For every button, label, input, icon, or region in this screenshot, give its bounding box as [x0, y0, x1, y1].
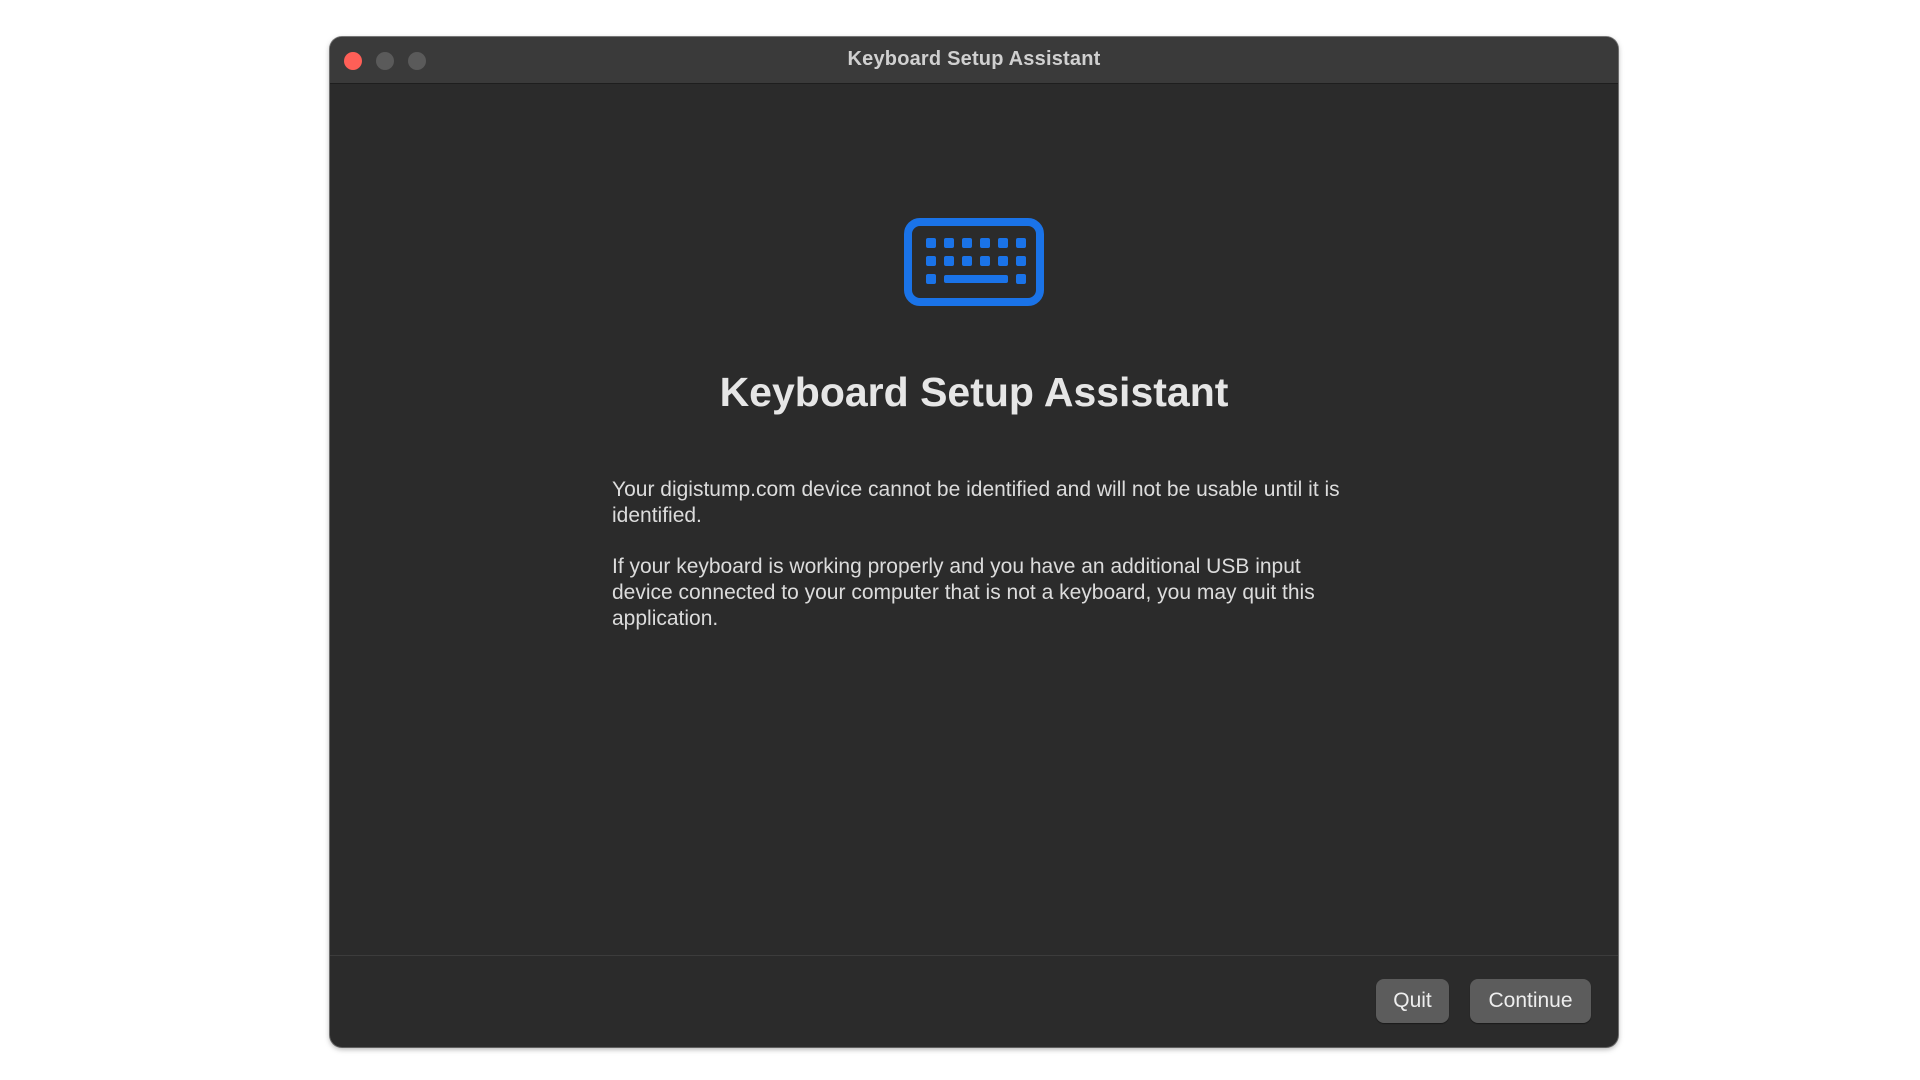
quit-button[interactable]: Quit [1376, 979, 1449, 1023]
window-title: Keyboard Setup Assistant [847, 48, 1101, 70]
identification-message: Your digistump.com device cannot be iden… [612, 478, 1340, 527]
setup-assistant-window: Keyboard Setup Assistant Keyboard Setup … [330, 37, 1618, 1047]
quit-hint-message: If your keyboard is working properly and… [612, 555, 1315, 630]
title-bar[interactable]: Keyboard Setup Assistant [330, 37, 1618, 84]
footer-divider [330, 955, 1618, 956]
continue-button[interactable]: Continue [1470, 979, 1591, 1023]
page-heading: Keyboard Setup Assistant [719, 369, 1229, 415]
keyboard-icon [904, 218, 1044, 306]
